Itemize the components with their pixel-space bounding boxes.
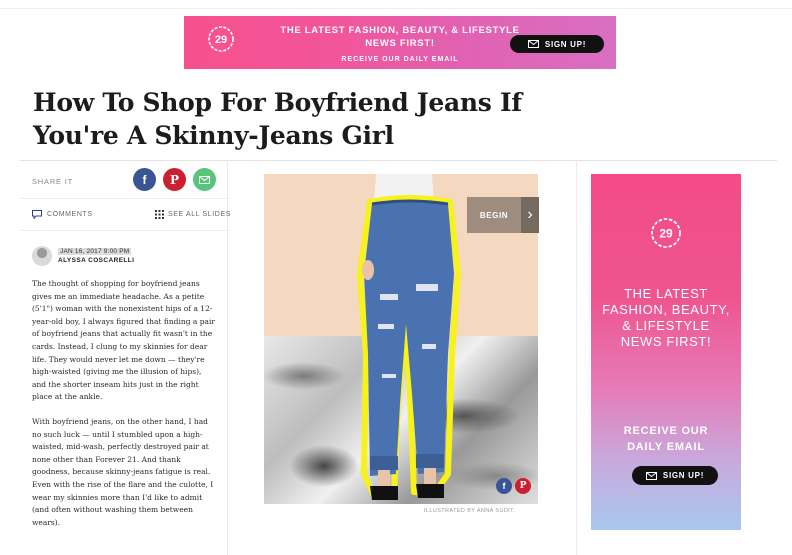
image-pinterest-share-button[interactable]: P (515, 478, 531, 494)
comments-label: COMMENTS (47, 211, 93, 218)
comment-icon (32, 210, 42, 219)
article-body: The thought of shopping for boyfriend je… (32, 278, 216, 541)
author-name[interactable]: ALYSSA COSCARELLI (58, 257, 134, 264)
refinery29-logo: 29 (651, 218, 681, 248)
next-slide-button[interactable]: › (521, 197, 539, 233)
top-banner-ad[interactable]: 29 THE LATEST FASHION, BEAUTY, & LIFESTY… (184, 16, 616, 69)
share-label: SHARE IT (32, 177, 73, 186)
envelope-icon (199, 175, 210, 184)
facebook-icon: f (502, 481, 506, 491)
banner-signup-button[interactable]: SIGN UP! (510, 35, 604, 53)
chevron-right-icon: › (527, 206, 533, 223)
facebook-share-button[interactable]: f (133, 168, 156, 191)
image-facebook-share-button[interactable]: f (496, 478, 512, 494)
side-ad-signup-label: SIGN UP! (662, 471, 705, 480)
side-ad-receive-1: RECEIVE OUR (623, 425, 709, 437)
banner-signup-label: SIGN UP! (544, 39, 587, 49)
article-paragraph-1: The thought of shopping for boyfriend je… (32, 279, 215, 402)
side-ad-headline-4: NEWS FIRST! (620, 334, 712, 349)
begin-slideshow-button[interactable]: BEGIN (467, 197, 521, 233)
meta-divider (20, 230, 227, 231)
column-divider-right (576, 160, 577, 555)
envelope-icon (645, 471, 657, 480)
see-all-slides-label: SEE ALL SLIDES (168, 211, 232, 218)
top-divider (0, 8, 792, 9)
column-divider-left (227, 160, 228, 555)
side-ad-receive-2: DAILY EMAIL (627, 441, 705, 453)
article-title: How To Shop For Boyfriend Jeans If You'r… (33, 88, 522, 150)
pinterest-icon: P (519, 481, 527, 491)
jeans-illustration (357, 174, 461, 500)
content-divider (20, 160, 777, 161)
email-share-button[interactable] (193, 168, 216, 191)
comments-link[interactable]: COMMENTS (32, 210, 93, 219)
image-credit: ILLUSTRATED BY ANNA SUDIT. (424, 508, 516, 514)
share-divider (20, 198, 227, 199)
see-all-slides-link[interactable]: SEE ALL SLIDES (155, 210, 231, 219)
facebook-icon: f (142, 172, 147, 187)
pinterest-icon: P (169, 172, 180, 187)
pinterest-share-button[interactable]: P (163, 168, 186, 191)
article-paragraph-2: With boyfriend jeans, on the other hand,… (32, 416, 214, 527)
banner-line-3: RECEIVE OUR DAILY EMAIL (341, 56, 459, 63)
side-ad-headline-2: FASHION, BEAUTY, (602, 302, 730, 317)
publish-date: JAN 16, 2017 9:00 PM (58, 248, 132, 255)
side-ad-headline-3: & LIFESTYLE (622, 318, 710, 333)
side-ad-headline-1: THE LATEST (624, 286, 708, 301)
envelope-icon (527, 40, 539, 48)
svg-text:29: 29 (659, 227, 673, 241)
side-banner-ad[interactable]: 29 THE LATEST FASHION, BEAUTY, & LIFESTY… (591, 174, 741, 530)
side-ad-signup-button[interactable]: SIGN UP! (632, 466, 718, 485)
author-avatar[interactable] (32, 246, 52, 266)
grid-icon (155, 210, 164, 219)
